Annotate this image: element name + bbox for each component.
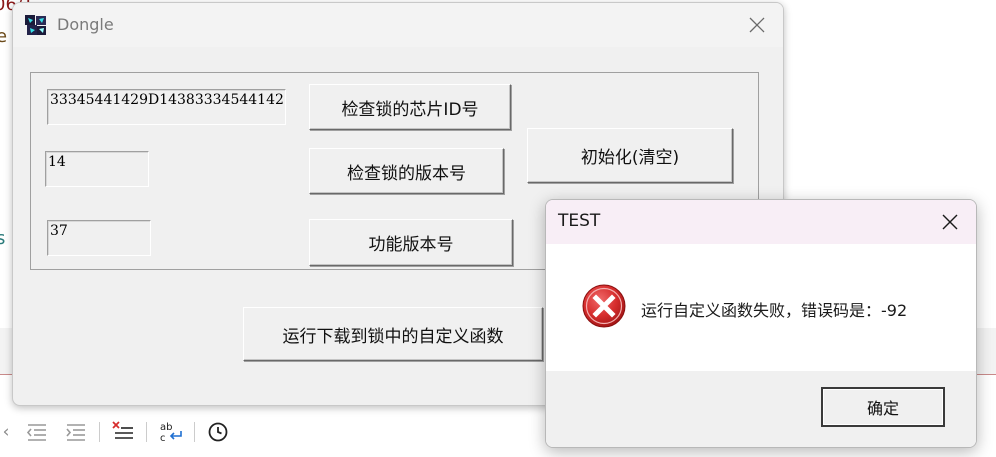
close-icon[interactable] xyxy=(739,9,775,41)
indent-icon[interactable] xyxy=(64,420,88,444)
toolbar-separator xyxy=(194,422,195,442)
ok-button[interactable]: 确定 xyxy=(821,387,945,427)
clock-icon[interactable] xyxy=(206,420,230,444)
background-code-fragment: e xyxy=(0,26,8,47)
clear-list-icon[interactable] xyxy=(111,420,135,444)
app-cube-icon xyxy=(24,14,48,36)
svg-text:c: c xyxy=(160,433,166,444)
toolbar-separator xyxy=(146,422,147,442)
check-version-button[interactable]: 检查锁的版本号 xyxy=(309,148,504,194)
message-dialog-body: 运行自定义函数失败，错误码是：-92 xyxy=(546,244,976,371)
chip-id-field[interactable]: 33345441429D14383334544142 xyxy=(47,89,286,125)
message-dialog-titlebar: TEST xyxy=(546,200,976,244)
unindent-icon[interactable] xyxy=(25,420,49,444)
toolbar-separator xyxy=(99,422,100,442)
version-field[interactable]: 14 xyxy=(45,151,149,187)
check-chip-id-button[interactable]: 检查锁的芯片ID号 xyxy=(309,84,511,130)
function-version-field[interactable]: 37 xyxy=(47,220,151,256)
run-custom-function-button[interactable]: 运行下载到锁中的自定义函数 xyxy=(243,307,543,361)
message-dialog-title: TEST xyxy=(558,211,601,231)
svg-text:ab: ab xyxy=(160,422,172,433)
chevron-left-icon[interactable]: ‹ xyxy=(0,420,18,444)
background-toolbar: ‹ ab c xyxy=(0,412,260,456)
dongle-titlebar: Dongle xyxy=(13,3,783,47)
message-dialog: TEST 运行自定义函数失败，错误码是：-92 确定 xyxy=(545,199,977,448)
error-message-text: 运行自定义函数失败，错误码是：-92 xyxy=(641,301,908,320)
background-code-fragment: s xyxy=(0,228,6,249)
error-icon xyxy=(581,283,627,329)
close-icon[interactable] xyxy=(932,206,968,238)
function-version-button[interactable]: 功能版本号 xyxy=(309,219,513,266)
replace-icon[interactable]: ab c xyxy=(159,420,183,444)
dongle-window-title: Dongle xyxy=(57,15,114,34)
initialize-clear-button[interactable]: 初始化(清空) xyxy=(527,128,733,183)
message-dialog-footer: 确定 xyxy=(546,371,976,447)
